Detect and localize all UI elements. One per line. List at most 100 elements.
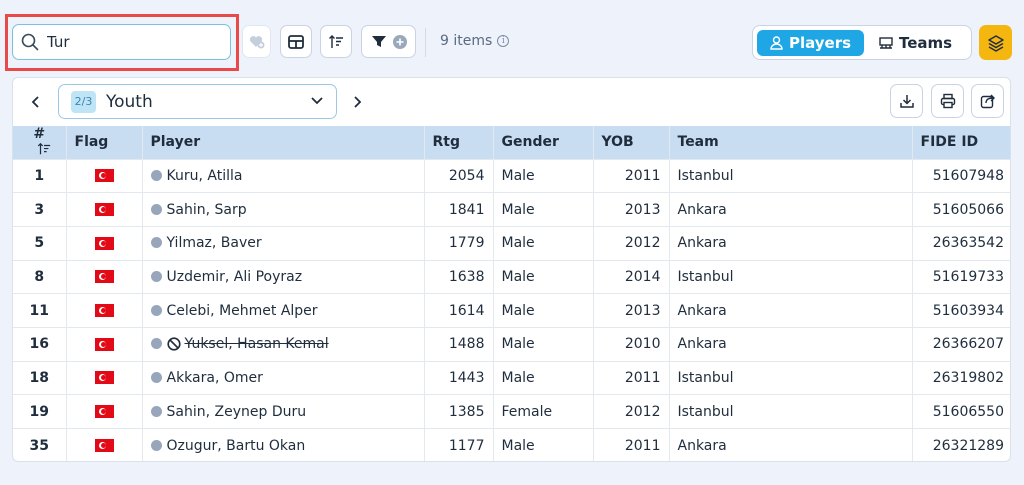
download-button[interactable] <box>890 84 923 118</box>
column-header-rtg[interactable]: Rtg <box>424 126 494 159</box>
cell-fide-id: 51605066 <box>912 192 1010 227</box>
table-row[interactable]: 35 Ozugur, Bartu Okan 1177 Male 2011 Ankara 26… <box>13 428 1010 461</box>
cell-rtg: 1779 <box>424 225 494 261</box>
next-group-button[interactable] <box>346 92 368 112</box>
cell-gender: Male <box>493 158 594 193</box>
group-select[interactable]: 2/3 Youth <box>58 84 337 119</box>
player-name-link[interactable]: Celebi, Mehmet Alper <box>167 303 318 319</box>
cell-yob: 2010 <box>593 326 670 362</box>
player-name-link[interactable]: Akkara, Omer <box>167 370 263 386</box>
search-input[interactable] <box>47 33 217 51</box>
status-dot <box>150 405 162 417</box>
printer-icon <box>940 93 955 109</box>
column-header-player[interactable]: Player <box>142 126 425 159</box>
cell-rtg: 1177 <box>424 428 494 461</box>
player-name-link[interactable]: Ozugur, Bartu Okan <box>167 438 306 454</box>
turkey-flag-icon <box>94 371 114 385</box>
share-button[interactable] <box>971 84 1004 118</box>
layers-icon <box>987 34 1004 52</box>
cell-gender: Male <box>493 360 594 395</box>
turkey-flag-icon <box>94 203 114 217</box>
cell-gender: Male <box>493 293 594 328</box>
turkey-flag-icon <box>94 337 114 351</box>
table-row[interactable]: 5 Yilmaz, Baver 1779 Male 2012 Ankara 26363542 <box>13 225 1010 261</box>
column-header-no[interactable]: # <box>13 126 67 159</box>
sort-icon <box>329 34 343 48</box>
table-row[interactable]: 19 Sahin, Zeynep Duru 1385 Female 2012 Istanb… <box>13 394 1010 429</box>
column-no-label: # <box>33 126 46 143</box>
cell-rtg: 1638 <box>424 259 494 294</box>
prev-group-button[interactable] <box>25 92 47 112</box>
table-icon <box>288 34 304 49</box>
table-row[interactable]: 1 Kuru, Atilla 2054 Male 2011 Istanbul 5160794… <box>13 158 1010 193</box>
turkey-flag-icon <box>94 304 114 318</box>
search-box[interactable] <box>12 24 231 60</box>
player-name-link[interactable]: Yuksel, Hasan Kemal <box>185 336 329 352</box>
cell-team: Istanbul <box>669 394 913 429</box>
player-name-link[interactable]: Kuru, Atilla <box>167 168 243 184</box>
layers-button[interactable] <box>979 25 1012 60</box>
status-dot <box>150 237 162 249</box>
cell-fide-id: 51607948 <box>912 158 1010 193</box>
add-filter-button[interactable] <box>361 25 416 58</box>
withdrawn-icon <box>166 337 181 351</box>
heart-plus-icon <box>249 35 264 48</box>
cell-no: 11 <box>13 293 67 328</box>
teams-toggle-button[interactable]: Teams <box>879 30 952 56</box>
download-icon <box>899 95 914 108</box>
cell-fide-id: 26366207 <box>912 326 1010 362</box>
players-toggle-button[interactable]: Players <box>757 30 864 56</box>
cell-no: 35 <box>13 428 67 461</box>
sort-button[interactable] <box>320 25 352 58</box>
cell-yob: 2014 <box>593 259 670 294</box>
status-dot <box>150 304 162 316</box>
status-dot <box>150 371 162 383</box>
status-dot <box>150 338 162 350</box>
chevron-down-icon <box>311 97 323 105</box>
table-row[interactable]: 16 Yuksel, Hasan Kemal 1488 Male 2010 Ankara 2… <box>13 326 1010 362</box>
favorites-button[interactable] <box>242 25 271 58</box>
table-row[interactable]: 3 Sahin, Sarp 1841 Male 2013 Ankara 51605066 <box>13 192 1010 227</box>
teams-icon <box>879 37 893 49</box>
cell-gender: Male <box>493 192 594 227</box>
cell-yob: 2011 <box>593 158 670 193</box>
status-dot <box>150 439 162 451</box>
table-view-button[interactable] <box>280 25 312 58</box>
cell-fide-id: 51606550 <box>912 394 1010 429</box>
cell-gender: Male <box>493 326 594 362</box>
cell-gender: Male <box>493 259 594 294</box>
cell-fide-id: 51603934 <box>912 293 1010 328</box>
cell-rtg: 1841 <box>424 192 494 227</box>
table-row[interactable]: 8 Uzdemir, Ali Poyraz 1638 Male 2014 Istanbul… <box>13 259 1010 294</box>
view-toggle: Players Teams <box>752 25 972 60</box>
players-card: 2/3 Youth # Flag Player Rtg Gender YOB T <box>12 77 1011 462</box>
items-count-label: 9 items <box>440 33 493 49</box>
player-name-link[interactable]: Uzdemir, Ali Poyraz <box>167 269 303 285</box>
turkey-flag-icon <box>94 439 114 453</box>
cell-team: Ankara <box>669 428 913 461</box>
cell-yob: 2011 <box>593 428 670 461</box>
player-name-link[interactable]: Sahin, Zeynep Duru <box>167 404 307 420</box>
user-icon <box>770 36 783 50</box>
share-icon <box>980 94 995 109</box>
column-header-flag[interactable]: Flag <box>66 126 143 159</box>
table-row[interactable]: 18 Akkara, Omer 1443 Male 2011 Istanbul 263198… <box>13 360 1010 395</box>
chevron-left-icon <box>31 96 39 108</box>
print-button[interactable] <box>931 84 964 118</box>
table-header-row: # Flag Player Rtg Gender YOB Team FIDE I… <box>13 126 1010 159</box>
cell-yob: 2012 <box>593 394 670 429</box>
column-header-team[interactable]: Team <box>669 126 913 159</box>
cell-yob: 2013 <box>593 293 670 328</box>
turkey-flag-icon <box>94 169 114 183</box>
chevron-right-icon <box>354 96 362 108</box>
cell-no: 16 <box>13 326 67 362</box>
column-header-gender[interactable]: Gender <box>493 126 594 159</box>
cell-fide-id: 26321289 <box>912 428 1010 461</box>
player-name-link[interactable]: Sahin, Sarp <box>167 202 247 218</box>
cell-team: Istanbul <box>669 360 913 395</box>
info-icon[interactable]: i <box>497 35 510 47</box>
column-header-yob[interactable]: YOB <box>593 126 670 159</box>
column-header-fide-id[interactable]: FIDE ID <box>912 126 1010 159</box>
player-name-link[interactable]: Yilmaz, Baver <box>167 235 262 251</box>
table-row[interactable]: 11 Celebi, Mehmet Alper 1614 Male 2013 Ankara… <box>13 293 1010 328</box>
